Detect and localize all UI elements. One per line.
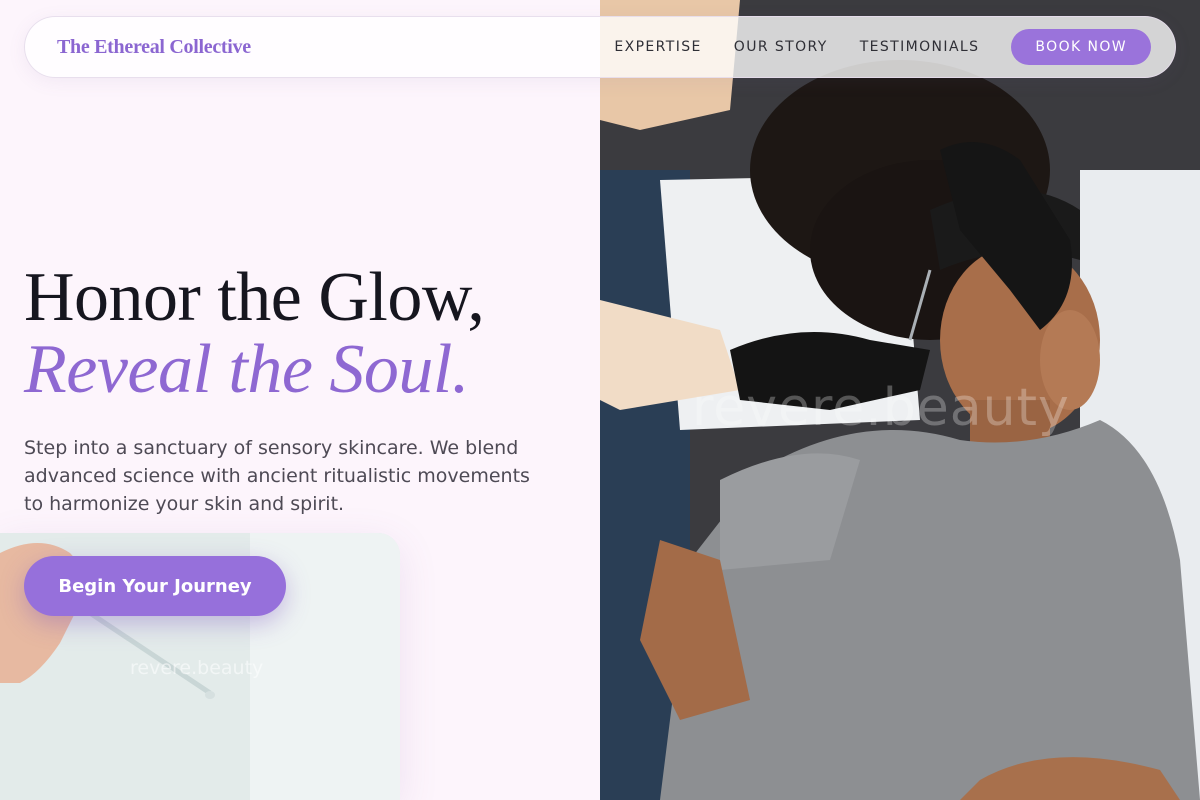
- hero-headline-line-1: Honor the Glow,: [24, 259, 485, 336]
- hero-image: revere.beauty: [600, 0, 1200, 800]
- top-navigation: The Ethereal Collective EXPERTISE OUR ST…: [24, 16, 1176, 78]
- nav-link-our-story[interactable]: OUR STORY: [734, 39, 828, 55]
- hero-headline: Honor the Glow, Reveal the Soul.: [24, 262, 584, 406]
- hero-headline-line-2: Reveal the Soul.: [24, 331, 469, 408]
- begin-journey-button[interactable]: Begin Your Journey: [24, 556, 286, 616]
- book-now-button[interactable]: BOOK NOW: [1011, 29, 1151, 65]
- hero-subtext: Step into a sanctuary of sensory skincar…: [24, 437, 530, 515]
- hero-section: Honor the Glow, Reveal the Soul. Step in…: [24, 262, 584, 518]
- nav-links: EXPERTISE OUR STORY TESTIMONIALS BOOK NO…: [614, 29, 1151, 65]
- serum-image-watermark: revere.beauty: [130, 657, 264, 679]
- brand-logo[interactable]: The Ethereal Collective: [57, 36, 251, 59]
- hero-image-watermark: revere.beauty: [692, 378, 1070, 438]
- nav-link-expertise[interactable]: EXPERTISE: [614, 39, 701, 55]
- nav-link-testimonials[interactable]: TESTIMONIALS: [860, 39, 980, 55]
